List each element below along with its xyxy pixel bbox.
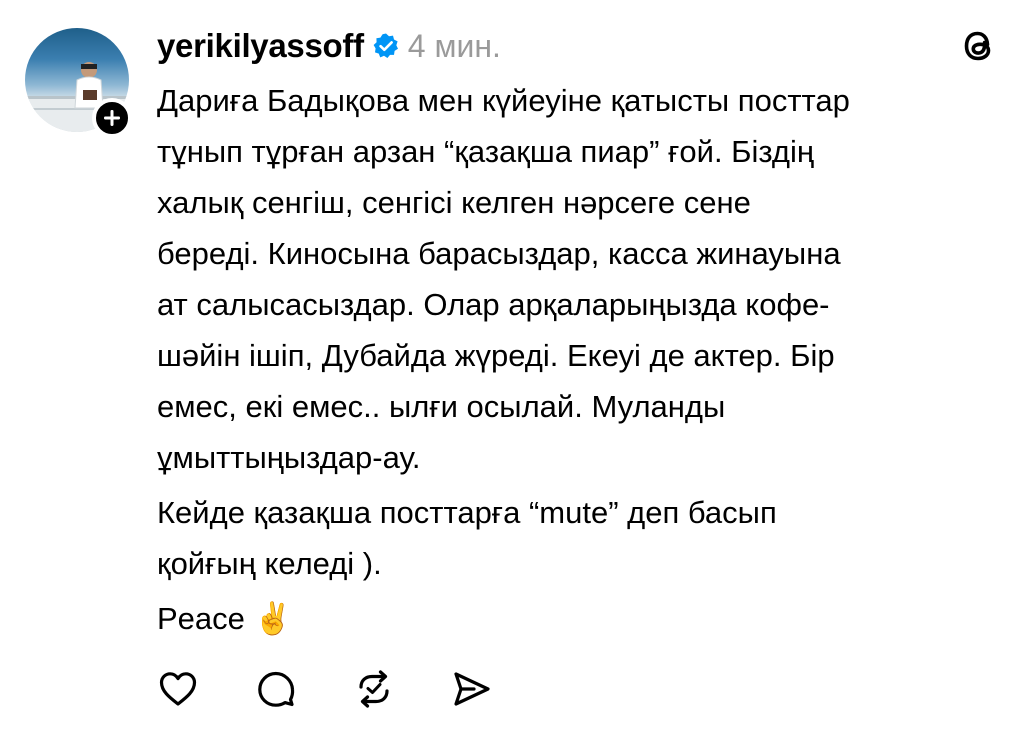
like-button[interactable]	[157, 668, 199, 710]
heart-icon	[159, 672, 197, 706]
avatar-container[interactable]	[25, 28, 132, 138]
text-line: ат салысасыздар. Олар арқаларыңызда кофе…	[157, 287, 830, 322]
post-time: 4 мин.	[407, 27, 501, 64]
comment-button[interactable]	[255, 668, 297, 710]
text-line: тұнып тұрған арзан “қазақша пиар” ғой. Б…	[157, 134, 815, 169]
text-line: халық сенгіш, сенгісі келген нәрсеге сен…	[157, 185, 751, 220]
post-paragraph: Дариға Бадықова мен күйеуіне қатысты пос…	[157, 75, 1007, 483]
text-line: Дариға Бадықова мен күйеуіне қатысты пос…	[157, 83, 850, 118]
follow-button[interactable]	[92, 98, 132, 138]
text-line: береді. Киносына барасыздар, касса жинау…	[157, 236, 841, 271]
text-line: Peace ✌️	[157, 601, 293, 636]
username[interactable]: yerikilyassoff	[157, 27, 364, 65]
post-header: yerikilyassoff 4 мин.	[157, 20, 501, 72]
post-paragraph: Peace ✌️	[157, 593, 1007, 644]
verified-badge-icon	[372, 32, 400, 60]
comment-icon	[258, 671, 295, 707]
threads-logo-icon[interactable]	[958, 25, 998, 67]
text-line: ұмыттыңыздар-ау.	[157, 440, 421, 475]
post-paragraph: Кейде қазақша посттарға “mute” деп басып…	[157, 487, 1007, 589]
text-line: қойғың келеді ).	[157, 546, 382, 581]
plus-icon	[104, 110, 120, 126]
text-line: Кейде қазақша посттарға “mute” деп басып	[157, 495, 777, 530]
text-line: шәйін ішіп, Дубайда жүреді. Екеуі де акт…	[157, 338, 835, 373]
text-line: емес, екі емес.. ылғи осылай. Муланды	[157, 389, 726, 424]
post-body: Дариға Бадықова мен күйеуіне қатысты пос…	[157, 75, 1007, 648]
share-icon	[454, 672, 490, 706]
repost-button[interactable]	[353, 668, 395, 710]
share-button[interactable]	[451, 668, 493, 710]
action-bar	[157, 668, 549, 710]
thread-post: yerikilyassoff 4 мин. Дариға Бадықова ме…	[0, 0, 1024, 738]
repost-icon	[359, 670, 389, 708]
